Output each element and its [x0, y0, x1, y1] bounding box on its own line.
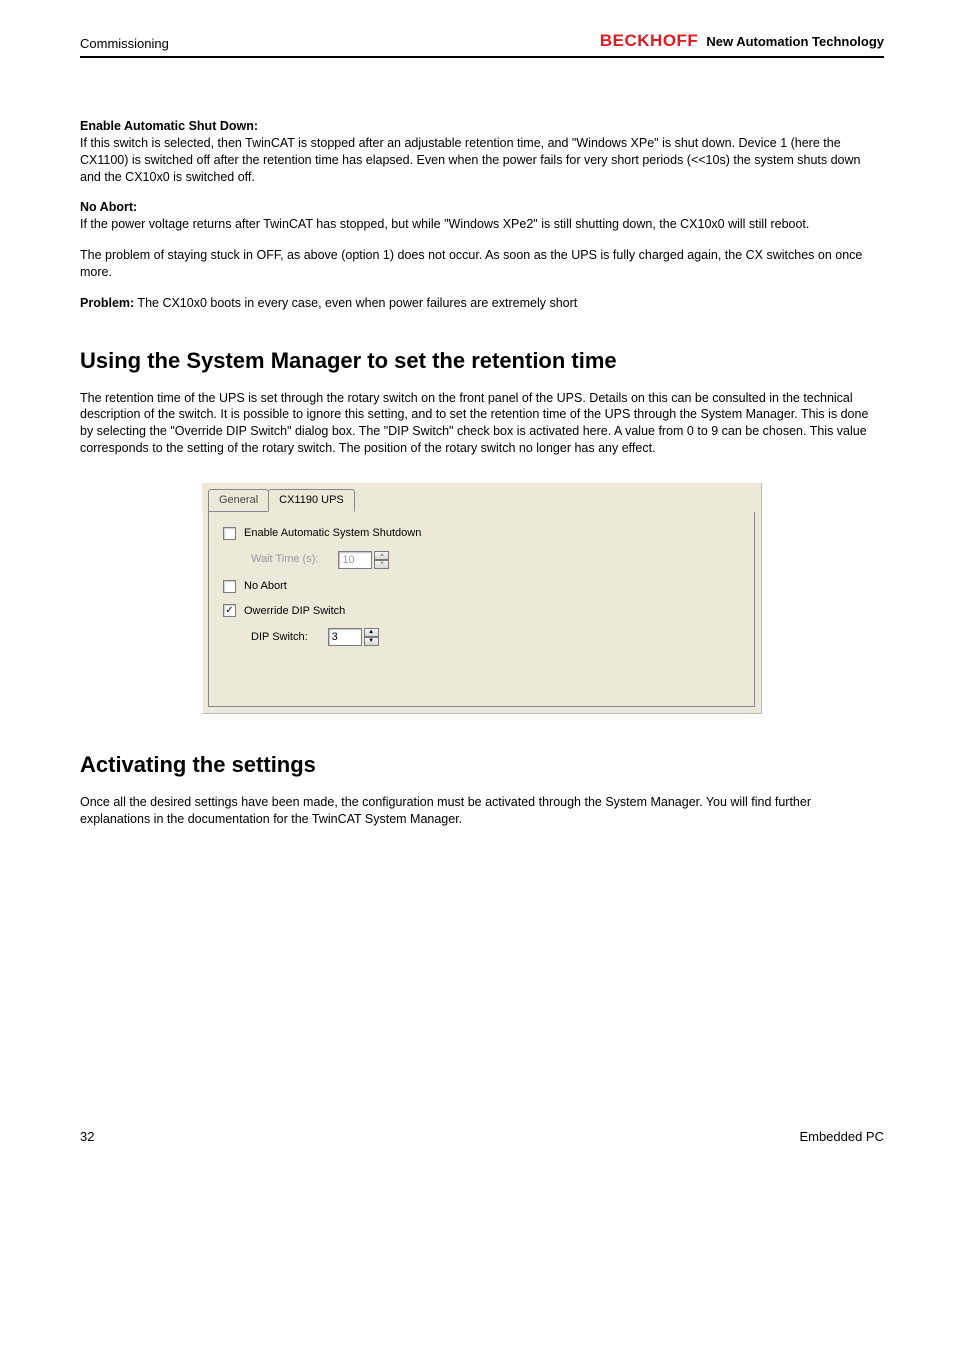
para-title: Enable Automatic Shut Down:	[80, 119, 258, 133]
checkbox-label: Enable Automatic System Shutdown	[244, 526, 421, 541]
para-text: The CX10x0 boots in every case, even whe…	[134, 296, 577, 310]
para-no-abort: No Abort: If the power voltage returns af…	[80, 199, 884, 233]
spin-down-icon[interactable]: ▼	[364, 637, 379, 646]
doc-title: Embedded PC	[799, 1128, 884, 1146]
spin-down-icon: ▼	[374, 560, 389, 569]
tab-strip: General CX1190 UPS	[202, 483, 761, 512]
brand-tagline: New Automation Technology	[706, 33, 884, 51]
checkbox-override-dip[interactable]: ✓	[223, 604, 236, 617]
para-retention: The retention time of the UPS is set thr…	[80, 390, 884, 458]
wait-time-label: Wait Time (s):	[251, 552, 318, 567]
checkbox-no-abort[interactable]	[223, 580, 236, 593]
heading-activating: Activating the settings	[80, 750, 884, 780]
para-enable-shutdown: Enable Automatic Shut Down: If this switc…	[80, 118, 884, 186]
wait-time-input	[338, 551, 372, 569]
brand-name: BECKHOFF	[600, 30, 698, 53]
checkbox-enable-shutdown[interactable]	[223, 527, 236, 540]
para-title: Problem:	[80, 296, 134, 310]
para-text: If the power voltage returns after TwinC…	[80, 217, 809, 231]
tab-cx1190-ups[interactable]: CX1190 UPS	[268, 489, 355, 512]
heading-retention: Using the System Manager to set the rete…	[80, 346, 884, 376]
page-footer: 32 Embedded PC	[80, 1128, 884, 1146]
para-problem: Problem: The CX10x0 boots in every case,…	[80, 295, 884, 312]
brand: BECKHOFF New Automation Technology	[600, 30, 884, 53]
dip-switch-stepper[interactable]: ▲ ▼	[328, 628, 379, 646]
tab-panel: Enable Automatic System Shutdown Wait Ti…	[208, 512, 755, 708]
para-title: No Abort:	[80, 200, 137, 214]
page-number: 32	[80, 1128, 94, 1146]
tab-general[interactable]: General	[208, 489, 269, 512]
wait-time-stepper: ▲ ▼	[338, 551, 389, 569]
checkbox-label: No Abort	[244, 579, 287, 594]
spin-up-icon[interactable]: ▲	[364, 628, 379, 637]
para-text: If this switch is selected, then TwinCAT…	[80, 136, 861, 184]
dip-switch-input[interactable]	[328, 628, 362, 646]
dip-switch-label: DIP Switch:	[251, 630, 308, 645]
checkbox-label: Owerride DIP Switch	[244, 604, 345, 619]
page-header: Commissioning BECKHOFF New Automation Te…	[80, 30, 884, 58]
spin-up-icon: ▲	[374, 551, 389, 560]
section-name: Commissioning	[80, 35, 169, 53]
para-activating: Once all the desired settings have been …	[80, 794, 884, 828]
ups-dialog: General CX1190 UPS Enable Automatic Syst…	[202, 483, 762, 714]
para-problem-off: The problem of staying stuck in OFF, as …	[80, 247, 884, 281]
